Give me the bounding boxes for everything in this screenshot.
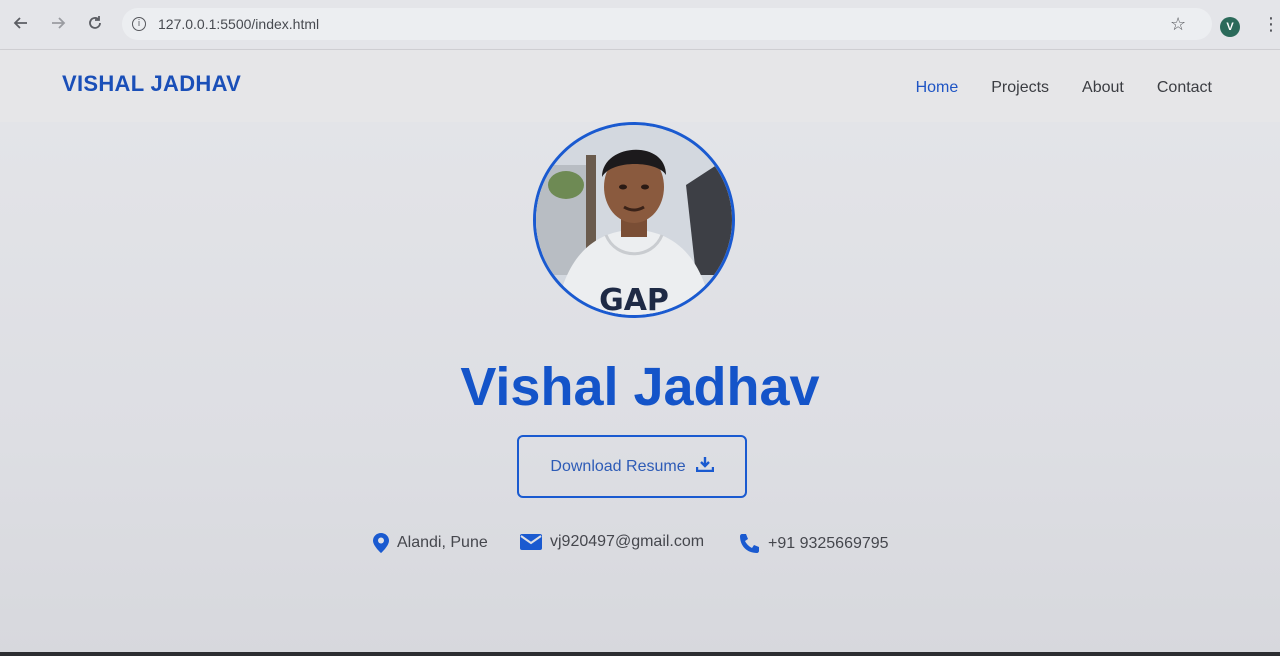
menu-kebab-icon[interactable]: ⋮ [1262, 14, 1280, 35]
download-resume-label: Download Resume [550, 457, 686, 475]
site-header: VISHAL JADHAV Home Projects About Contac… [0, 50, 1280, 122]
bottom-edge [0, 652, 1280, 656]
contact-phone: +91 9325669795 [738, 533, 889, 555]
reload-icon[interactable] [84, 12, 106, 34]
bookmark-star-icon[interactable]: ☆ [1170, 14, 1186, 35]
profile-photo: GAP [533, 122, 735, 318]
location-pin-icon [373, 533, 389, 553]
address-bar[interactable]: i 127.0.0.1:5500/index.html [122, 8, 1212, 40]
nav-about[interactable]: About [1082, 79, 1124, 97]
nav-contact[interactable]: Contact [1157, 79, 1212, 97]
contact-location: Alandi, Pune [373, 533, 488, 553]
profile-avatar[interactable]: V [1220, 17, 1240, 37]
url-text[interactable]: 127.0.0.1:5500/index.html [158, 16, 319, 32]
hero-section: GAP Vishal Jadhav Download Resume Alandi… [0, 122, 1280, 656]
back-icon[interactable] [10, 12, 32, 34]
svg-text:GAP: GAP [599, 283, 669, 315]
contact-email: vj920497@gmail.com [520, 533, 704, 551]
phone-text[interactable]: +91 9325669795 [768, 535, 889, 553]
hero-name: Vishal Jadhav [460, 357, 820, 417]
location-text: Alandi, Pune [397, 534, 488, 551]
phone-icon [738, 533, 760, 555]
browser-toolbar: i 127.0.0.1:5500/index.html ☆ V ⋮ [0, 0, 1280, 50]
email-text[interactable]: vj920497@gmail.com [550, 533, 704, 551]
brand-logo[interactable]: VISHAL JADHAV [62, 71, 241, 97]
download-resume-button[interactable]: Download Resume [517, 435, 747, 498]
main-nav: Home Projects About Contact [916, 79, 1212, 97]
envelope-icon [520, 534, 542, 550]
nav-projects[interactable]: Projects [991, 79, 1049, 97]
nav-home[interactable]: Home [916, 79, 959, 97]
download-icon [695, 456, 714, 477]
forward-icon[interactable] [47, 12, 69, 34]
site-info-icon[interactable]: i [132, 17, 146, 31]
